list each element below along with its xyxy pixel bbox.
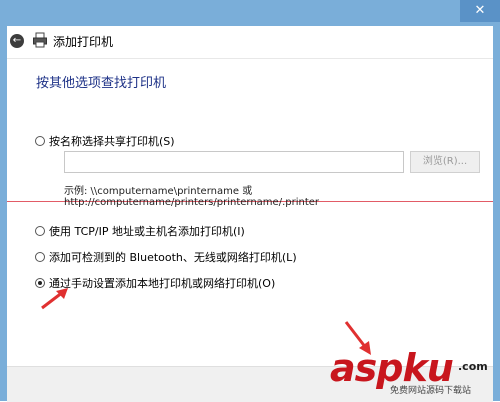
option-tcpip[interactable]: 使用 TCP/IP 地址或主机名添加打印机(I)	[35, 223, 245, 239]
wizard-header: ← 添加打印机	[7, 26, 493, 59]
radio-button[interactable]	[35, 252, 45, 262]
example-text-line1: 示例: \\computername\printername 或	[64, 186, 253, 197]
page-title: 按其他选项查找打印机	[36, 76, 167, 91]
back-arrow-icon[interactable]: ←	[10, 34, 24, 48]
radio-button[interactable]	[35, 136, 45, 146]
window-frame-left	[0, 26, 7, 401]
option-label: 添加可检测到的 Bluetooth、无线或网络打印机(L)	[49, 251, 297, 264]
option-label: 通过手动设置添加本地打印机或网络打印机(O)	[49, 277, 276, 290]
window-frame-right	[493, 26, 500, 401]
printer-name-input[interactable]	[64, 151, 404, 173]
printer-icon	[33, 32, 47, 48]
watermark-tld: .com	[458, 360, 488, 373]
watermark-subtitle: 免费网站源码下载站	[390, 386, 472, 396]
wizard-title: 添加打印机	[53, 35, 114, 49]
annotation-arrow-icon	[41, 288, 68, 310]
example-text-line2: http://computername/printers/printername…	[64, 197, 320, 208]
close-button[interactable]: ✕	[460, 0, 500, 22]
window-titlebar: ✕	[0, 0, 500, 26]
option-bluetooth-wireless[interactable]: 添加可检测到的 Bluetooth、无线或网络打印机(L)	[35, 249, 297, 265]
option-shared-printer[interactable]: 按名称选择共享打印机(S)	[35, 133, 175, 149]
watermark-logo: aspku .com 免费网站源码下载站	[330, 346, 495, 398]
option-label: 按名称选择共享打印机(S)	[49, 135, 175, 148]
radio-button[interactable]	[35, 226, 45, 236]
browse-button[interactable]: 浏览(R)...	[410, 151, 480, 173]
option-label: 使用 TCP/IP 地址或主机名添加打印机(I)	[49, 225, 245, 238]
